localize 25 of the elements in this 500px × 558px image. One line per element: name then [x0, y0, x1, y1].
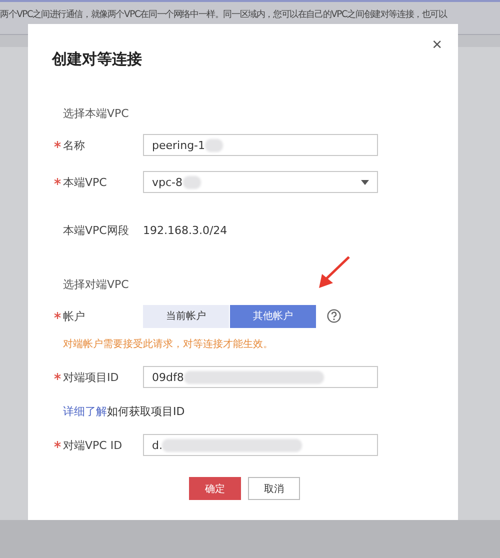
field-label: 本端VPC	[63, 174, 108, 190]
arrow-annotation	[316, 256, 350, 290]
input-field[interactable]: peering-1	[143, 134, 378, 156]
banner-text: 两个VPC之间进行通信，就像两个VPC在同一个网络中一样。同一区域内，您可以在自己的VPC之间创建对等连接，也可以	[0, 8, 447, 21]
cancel-button[interactable]: 取消	[248, 477, 300, 500]
field-value: 192.168.3.0/24	[143, 224, 228, 236]
dialog-title: 创建对等连接	[52, 50, 143, 70]
section-heading: 选择本端VPC	[63, 106, 130, 120]
input-field[interactable]: d.	[143, 434, 378, 456]
warning-text: 对端帐户需要接受此请求，对等连接才能生效。	[63, 338, 274, 351]
account-tab[interactable]: 当前帐户	[143, 304, 229, 328]
help-text: 详细了解如何获取项目ID	[63, 405, 185, 418]
field-label: 本端VPC网段	[63, 222, 130, 238]
help-link[interactable]: 详细了解	[63, 405, 107, 418]
account-tab[interactable]: 其他帐户	[230, 304, 316, 328]
caret-icon	[361, 180, 369, 184]
help-icon[interactable]	[327, 309, 341, 323]
select-field[interactable]: vpc-8	[143, 171, 378, 193]
confirm-button[interactable]: 确定	[189, 477, 241, 500]
field-label: 对端VPC ID	[63, 438, 124, 452]
field-label: 对端项目ID	[63, 370, 120, 384]
field-label: 名称	[63, 138, 86, 152]
field-label: 帐户	[63, 308, 86, 324]
section-heading: 选择对端VPC	[63, 277, 130, 291]
input-field[interactable]: 09df8	[143, 366, 378, 388]
